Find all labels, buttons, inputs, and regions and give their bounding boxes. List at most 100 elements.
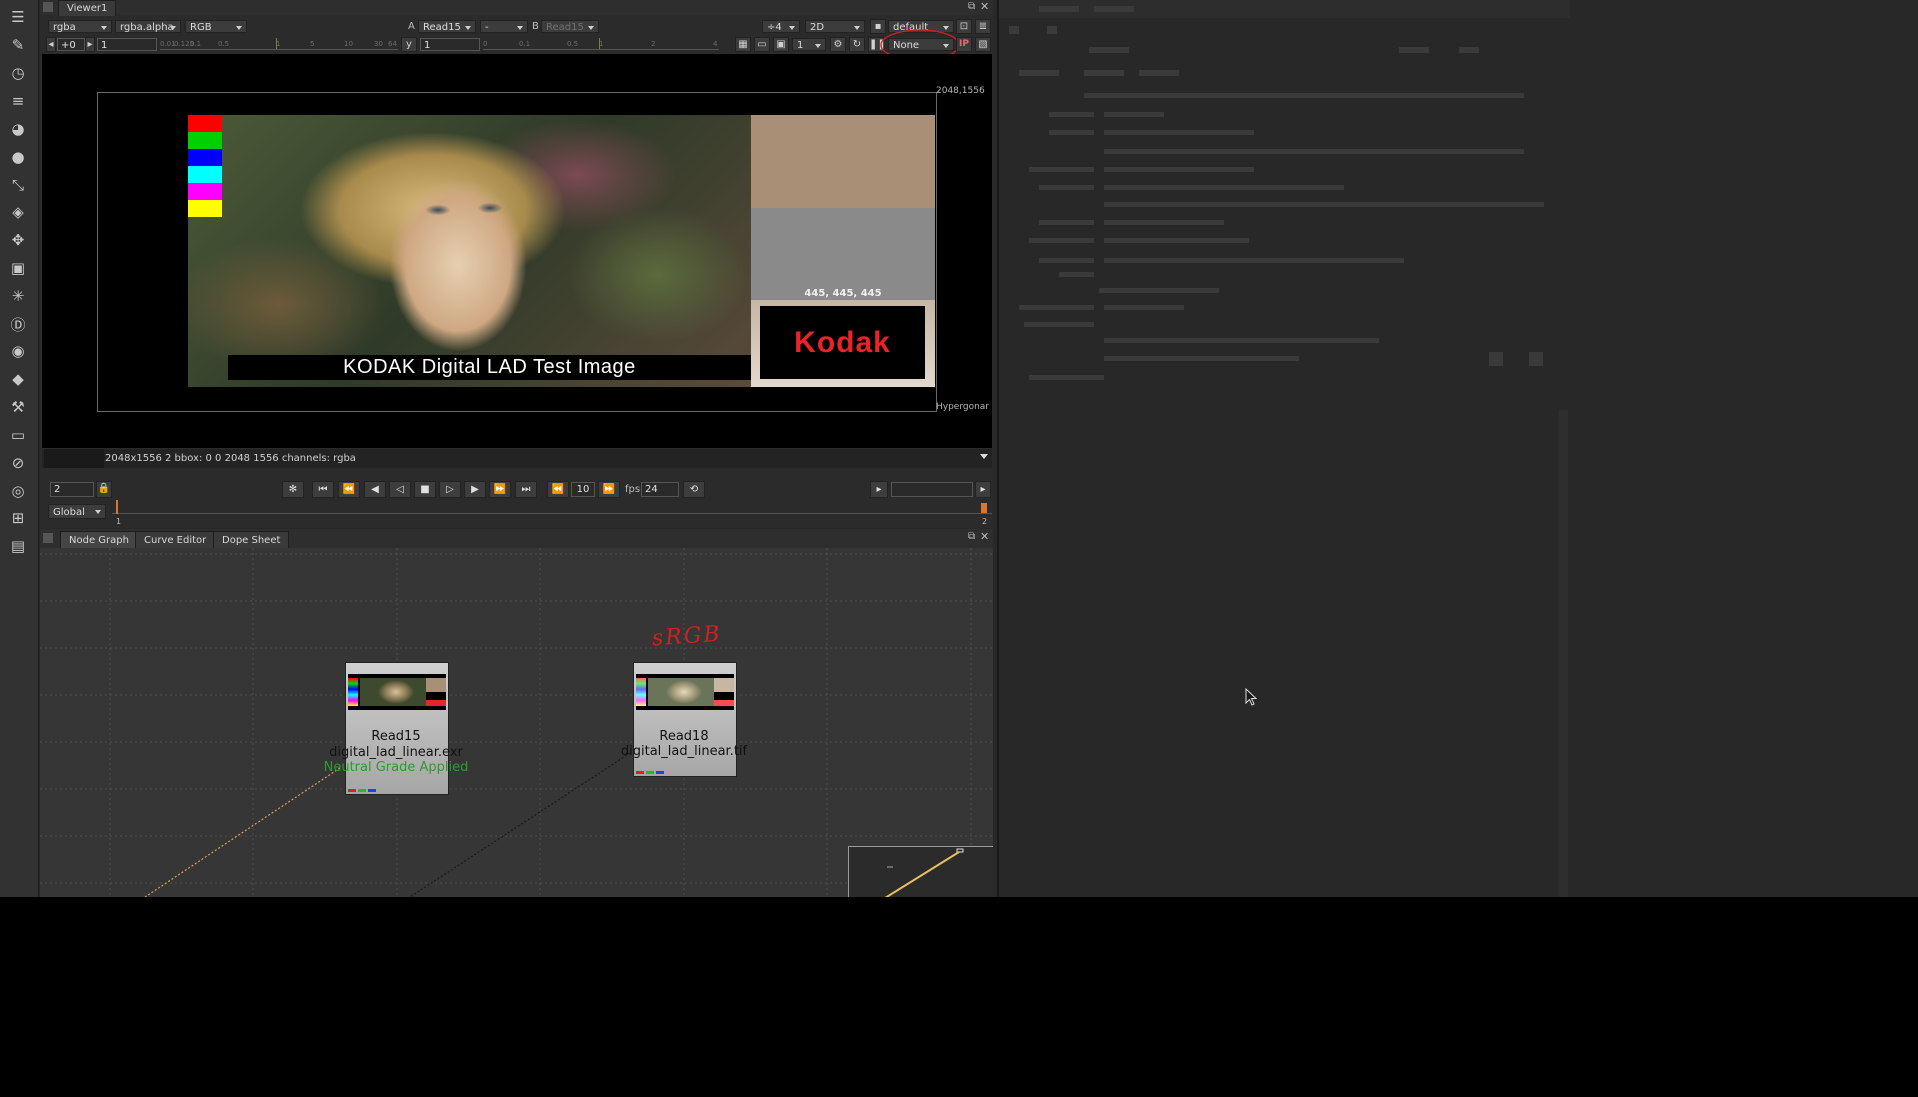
tab-viewer[interactable]: Viewer1	[58, 0, 117, 16]
range-mode-dropdown[interactable]: Global	[48, 504, 106, 519]
alpha-channel-dropdown[interactable]: rgba.alpha	[115, 20, 181, 33]
properties-scrollbar[interactable]	[1559, 410, 1568, 897]
channels-icon[interactable]: ≡	[7, 90, 29, 112]
timeline-track[interactable]	[112, 513, 992, 514]
prev-keyframe-icon[interactable]: ⏪	[338, 481, 360, 498]
gpu-icon[interactable]: ⚙	[830, 37, 846, 52]
merge-icon[interactable]: ◈	[7, 201, 29, 223]
panel-menu-icon[interactable]	[43, 2, 53, 12]
next-keyframe-icon[interactable]: ⏩	[489, 481, 511, 498]
skip-forward-icon[interactable]: ⏩	[598, 481, 620, 498]
node-read15-name: Read15	[371, 729, 421, 744]
gamma-tick: 2	[651, 40, 656, 48]
timeline-playhead-start[interactable]	[116, 500, 118, 514]
properties-tabbar	[999, 0, 1570, 18]
fps-field[interactable]: 24	[641, 482, 679, 497]
other-icon[interactable]: ▭	[7, 424, 29, 446]
transform-icon[interactable]: ✥	[7, 229, 29, 251]
gain-tick: 64	[388, 40, 397, 48]
last-frame-icon[interactable]: ⏭	[515, 481, 537, 498]
float-panel-icon[interactable]: ⧉	[968, 531, 975, 542]
node-graph-tabbar: Node Graph Curve Editor Dope Sheet ⧉ ✕	[40, 529, 993, 549]
input-process-button[interactable]: IP	[956, 37, 972, 52]
close-panel-icon[interactable]: ✕	[980, 530, 989, 543]
menu-icon[interactable]: ☰	[7, 6, 29, 28]
keyer-icon[interactable]: ⤡	[7, 174, 29, 196]
downscale-dropdown[interactable]: ÷4	[762, 20, 800, 33]
properties-panel	[997, 0, 1570, 897]
channels-dropdown[interactable]: rgba	[48, 20, 112, 33]
refresh-icon[interactable]: ↻	[849, 37, 865, 52]
metadata-icon[interactable]: ◆	[7, 368, 29, 390]
gain-field[interactable]: 1	[97, 38, 157, 51]
gamma-field[interactable]: 1	[420, 38, 480, 51]
frame-increment-field[interactable]: 10	[571, 482, 595, 497]
ofx-icon[interactable]: ◎	[7, 480, 29, 502]
playback-range-field[interactable]	[891, 482, 973, 497]
particles-icon[interactable]: ✳	[7, 285, 29, 307]
node-graph-canvas[interactable]: sRGB Read15 digital_lad_linear.exr Neutr…	[40, 548, 993, 897]
clip-warning-icon[interactable]: ▦	[735, 37, 751, 52]
gain-next-icon[interactable]: ▸	[85, 37, 95, 52]
proxy-dropdown[interactable]: 1	[792, 38, 826, 51]
gain-prev-icon[interactable]: ◂	[46, 37, 56, 52]
views-icon[interactable]: ◉	[7, 340, 29, 362]
freeze-icon[interactable]: ✻	[282, 481, 304, 498]
current-frame-field[interactable]: 2	[50, 482, 94, 497]
wipe-mode-dropdown[interactable]: -	[480, 20, 528, 33]
portrait-photo	[188, 115, 751, 387]
info-expand-icon[interactable]	[980, 454, 988, 459]
skip-back-icon[interactable]: ⏪	[547, 481, 569, 498]
gamma-slider[interactable]: 0 0.1 0.5 1 2 4	[483, 38, 719, 50]
play-backward-icon[interactable]: ◀	[364, 481, 386, 498]
node-read18[interactable]	[633, 662, 737, 777]
viewer-canvas[interactable]: 2048,1556 Hypergonar 445, 445, 445 Kodak…	[42, 54, 992, 448]
paint-icon[interactable]: ✎	[7, 34, 29, 56]
gamma-label[interactable]: y	[401, 37, 417, 52]
tab-curve-editor[interactable]: Curve Editor	[135, 531, 216, 549]
empty-screen-area	[0, 897, 1918, 1097]
play-forward-icon[interactable]: ▶	[464, 481, 486, 498]
transport-menu-icon[interactable]: ▸	[975, 481, 991, 498]
viewer-settings-icon[interactable]: ≣	[975, 19, 991, 34]
b-input-dropdown[interactable]: Read15	[541, 20, 599, 33]
stripes-icon[interactable]: ▧	[975, 37, 991, 52]
color-icon[interactable]: ◕	[7, 118, 29, 140]
float-panel-icon[interactable]: ⧉	[968, 1, 975, 12]
close-panel-icon[interactable]: ✕	[980, 0, 989, 13]
node-read18-name: Read18	[659, 729, 709, 744]
timeline-start-label: 1	[116, 517, 122, 526]
step-back-icon[interactable]: ◁	[389, 481, 411, 498]
furnace-icon[interactable]: ⊘	[7, 452, 29, 474]
display-style-dropdown[interactable]: RGB	[185, 20, 247, 33]
file-icon[interactable]: ▤	[7, 535, 29, 557]
gain-offset-field[interactable]: +0	[57, 38, 85, 51]
timeline-playhead-current[interactable]	[981, 503, 987, 513]
stop-icon[interactable]: ■	[414, 481, 436, 498]
toolsets-icon[interactable]: ⚒	[7, 396, 29, 418]
loop-icon[interactable]: ⟲	[683, 481, 705, 498]
panel-menu-icon[interactable]	[43, 533, 53, 543]
gain-slider[interactable]: 0.01 0.125 0.1 0.5 1 5 10 30 64	[160, 38, 398, 50]
view-mode-dropdown[interactable]: 2D	[805, 20, 865, 33]
pipe-read15	[144, 767, 341, 897]
first-frame-icon[interactable]: ⏮	[312, 481, 334, 498]
time-icon[interactable]: ◷	[7, 62, 29, 84]
filter-icon[interactable]: ●	[7, 146, 29, 168]
proxy-icon[interactable]: ▣	[773, 37, 789, 52]
tab-node-graph[interactable]: Node Graph	[60, 531, 138, 549]
frame-lock-icon[interactable]: 🔒	[96, 481, 112, 498]
deep-icon[interactable]: Ⓓ	[7, 313, 29, 335]
navigator-preview	[884, 848, 964, 897]
node-thumbnail	[636, 674, 734, 710]
step-forward-icon[interactable]: ▷	[439, 481, 461, 498]
safe-area-icon[interactable]: ▭	[754, 37, 770, 52]
a-input-dropdown[interactable]: Read15	[418, 20, 476, 33]
tab-dope-sheet[interactable]: Dope Sheet	[213, 531, 290, 549]
a-input-label: A	[408, 21, 415, 32]
flipbook-icon[interactable]: ▸	[870, 481, 888, 498]
node-graph-navigator[interactable]	[848, 846, 993, 897]
node-read15-file: digital_lad_linear.exr	[329, 745, 463, 760]
3d-icon[interactable]: ▣	[7, 257, 29, 279]
windows-icon[interactable]: ⊞	[7, 507, 29, 529]
